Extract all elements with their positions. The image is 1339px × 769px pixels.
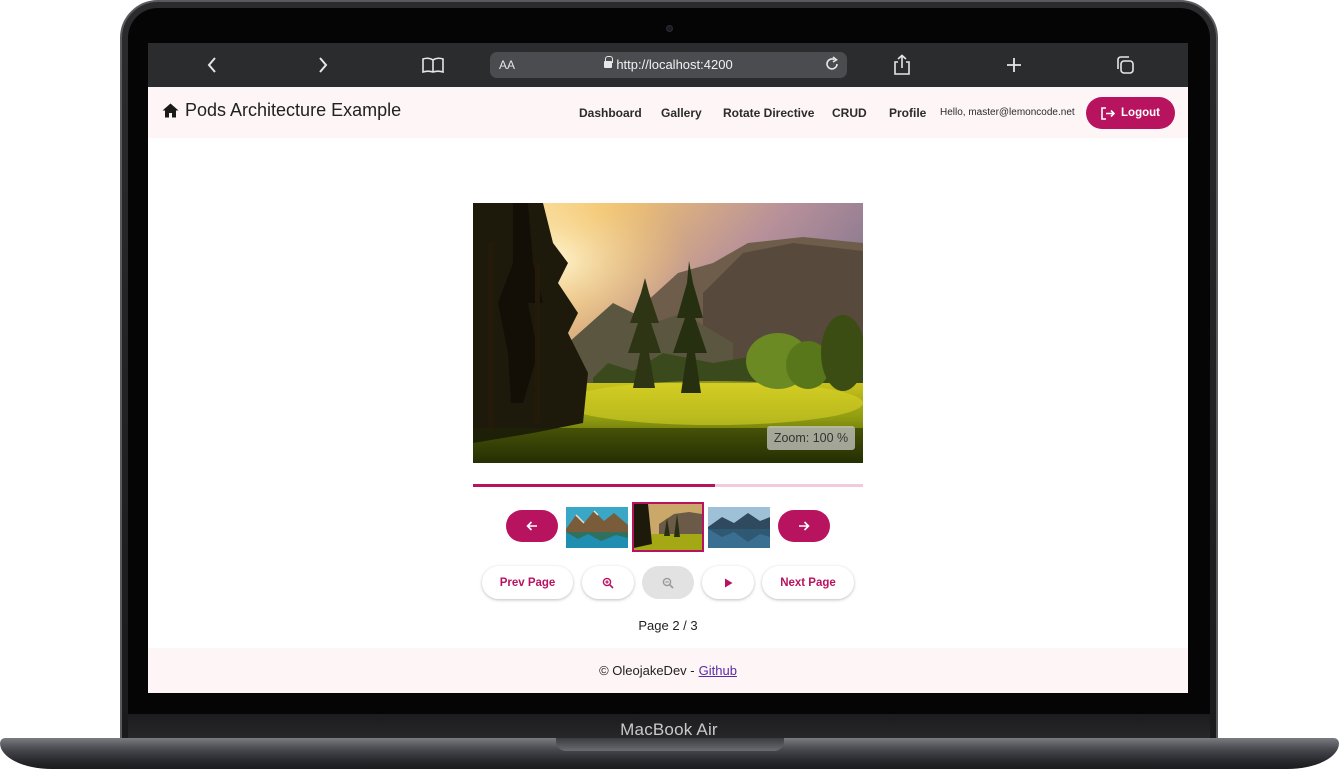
- chevron-left-icon: [207, 57, 216, 73]
- previous-image-button[interactable]: [506, 510, 558, 542]
- lock-icon: [604, 56, 614, 68]
- nav-dashboard[interactable]: Dashboard: [579, 106, 642, 120]
- page-indicator: Page 2 / 3: [638, 618, 698, 633]
- zoom-in-icon: [602, 577, 614, 589]
- lake-mountains-thumbnail[interactable]: [566, 507, 628, 548]
- zoom-indicator: Zoom: 100 %: [767, 426, 855, 450]
- nav-gallery[interactable]: Gallery: [661, 106, 702, 120]
- gallery-main-image[interactable]: [473, 203, 863, 463]
- url-display: http://localhost:4200: [490, 56, 847, 72]
- logout-button[interactable]: Logout: [1086, 97, 1175, 129]
- reload-icon[interactable]: [823, 55, 841, 78]
- address-bar[interactable]: AA http://localhost:4200: [490, 52, 847, 78]
- app-title: Pods Architecture Example: [185, 100, 402, 120]
- zoom-out-icon: [662, 577, 674, 589]
- share-icon: [894, 54, 910, 75]
- nav-crud[interactable]: CRUD: [832, 106, 867, 120]
- next-image-button[interactable]: [778, 510, 830, 542]
- chevron-right-icon: [319, 57, 328, 73]
- slideshow-progress-fill: [473, 484, 715, 487]
- slideshow-progress-bar: [473, 484, 863, 487]
- logout-label: Logout: [1121, 107, 1160, 119]
- play-button[interactable]: [702, 566, 754, 599]
- home-link[interactable]: Pods Architecture Example: [162, 100, 401, 121]
- arrow-right-icon: [799, 521, 810, 531]
- user-greeting: Hello, master@lemoncode.net: [940, 107, 1075, 118]
- forest-meadow-thumbnail[interactable]: [632, 502, 704, 552]
- new-tab-button[interactable]: [1003, 43, 1025, 87]
- mountain-lake-thumbnail[interactable]: [708, 507, 770, 548]
- prev-page-label: Prev Page: [499, 576, 556, 589]
- home-icon: [162, 103, 179, 118]
- bookmarks-button[interactable]: [420, 43, 446, 87]
- camera: [666, 25, 673, 32]
- zoom-out-button[interactable]: [642, 566, 694, 599]
- prev-page-button[interactable]: Prev Page: [482, 566, 573, 599]
- screen: AA http://localhost:4200 Pods Architectu…: [148, 43, 1188, 693]
- nav-profile[interactable]: Profile: [889, 106, 926, 120]
- next-page-label: Next Page: [780, 576, 836, 589]
- footer-credit: © OleojakeDev -: [599, 663, 695, 678]
- share-button[interactable]: [891, 43, 913, 87]
- plus-icon: [1007, 58, 1021, 72]
- tabs-icon: [1117, 56, 1134, 74]
- browser-toolbar: AA http://localhost:4200: [148, 43, 1188, 87]
- nav-rotate-directive[interactable]: Rotate Directive: [723, 106, 814, 120]
- next-page-button[interactable]: Next Page: [762, 566, 854, 599]
- laptop-brand-label: MacBook Air: [620, 719, 718, 739]
- github-link[interactable]: Github: [699, 663, 737, 678]
- logout-icon: [1101, 106, 1116, 120]
- zoom-in-button[interactable]: [582, 566, 634, 599]
- url-text: http://localhost:4200: [616, 57, 733, 72]
- laptop-notch: [556, 738, 784, 751]
- book-icon: [422, 57, 444, 73]
- play-icon: [724, 578, 732, 587]
- app-footer: © OleojakeDev - Github: [148, 648, 1188, 693]
- forest-meadow-image: [473, 203, 863, 463]
- tabs-button[interactable]: [1114, 43, 1136, 87]
- forward-button[interactable]: [311, 43, 335, 87]
- app-header: Pods Architecture Example Dashboard Gall…: [148, 87, 1188, 138]
- back-button[interactable]: [200, 43, 224, 87]
- arrow-left-icon: [526, 521, 537, 531]
